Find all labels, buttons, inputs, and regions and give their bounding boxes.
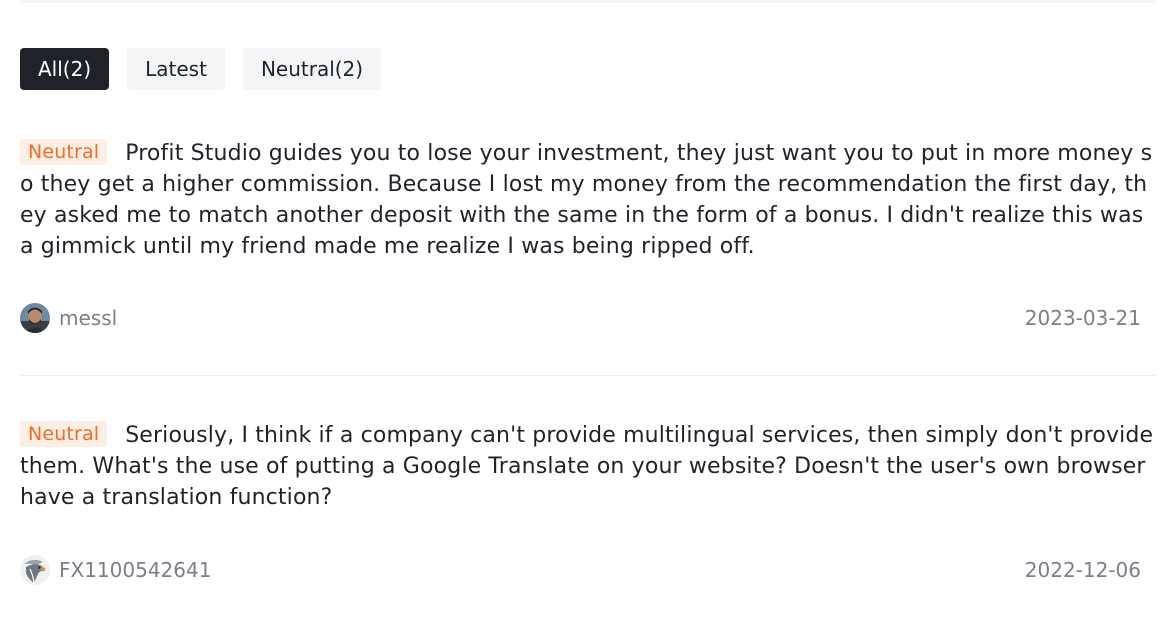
- filter-all-button[interactable]: All(2): [20, 48, 110, 90]
- reviews-page: All(2) Latest Neutral(2) Neutral Profit S…: [0, 0, 1169, 617]
- user-avatar-photo[interactable]: [20, 303, 50, 333]
- review-text: Seriously, I think if a company can't pr…: [20, 423, 1154, 510]
- review-username[interactable]: FX1100542641: [59, 558, 211, 582]
- filter-neutral-button[interactable]: Neutral(2): [242, 48, 382, 90]
- review-meta: FX1100542641 2022-12-06: [20, 555, 1156, 585]
- eagle-avatar-icon[interactable]: [20, 555, 50, 585]
- review-body: Neutral Profit Studio guides you to lose …: [20, 138, 1156, 262]
- review-username[interactable]: messl: [59, 306, 117, 330]
- filter-latest-button[interactable]: Latest: [127, 48, 225, 90]
- review-body: Neutral Seriously, I think if a company c…: [20, 420, 1156, 513]
- review-item: Neutral Seriously, I think if a company c…: [20, 420, 1156, 585]
- review-text: Profit Studio guides you to lose your in…: [20, 141, 1153, 259]
- review-date: 2022-12-06: [1024, 558, 1141, 582]
- top-divider: [20, 0, 1156, 3]
- rating-badge: Neutral: [20, 421, 108, 447]
- review-date: 2023-03-21: [1024, 306, 1141, 330]
- review-filter-bar: All(2) Latest Neutral(2): [20, 48, 382, 90]
- rating-badge: Neutral: [20, 139, 108, 165]
- review-item: Neutral Profit Studio guides you to lose …: [20, 138, 1156, 333]
- review-divider: [20, 375, 1156, 376]
- review-meta: messl 2023-03-21: [20, 303, 1156, 333]
